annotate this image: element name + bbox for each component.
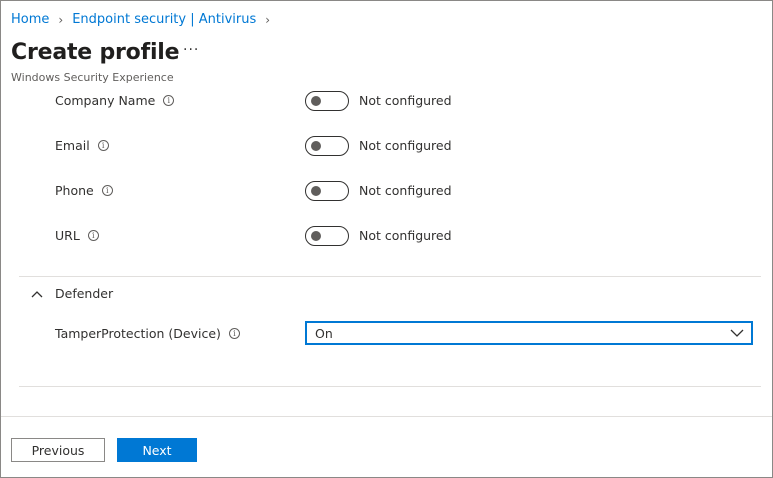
setting-label-tamper-protection: TamperProtection (Device) i [55,326,240,341]
breadcrumb-endpoint-security-antivirus[interactable]: Endpoint security | Antivirus [72,12,256,27]
tamper-protection-dropdown[interactable]: On [305,321,753,345]
info-icon[interactable]: i [87,230,99,241]
setting-label-url: URL i [55,228,99,243]
more-options-icon[interactable]: ··· [183,42,199,58]
info-icon[interactable]: i [97,140,109,151]
company-name-toggle-state: Not configured [359,93,452,108]
url-toggle[interactable] [305,226,349,246]
toggle-knob [311,186,321,196]
defender-section-title: Defender [55,286,114,301]
setting-label-company-name: Company Name i [55,93,175,108]
url-toggle-state: Not configured [359,228,452,243]
chevron-up-icon [31,290,43,297]
setting-label-text: URL [55,228,80,243]
email-toggle[interactable] [305,136,349,156]
breadcrumb-home[interactable]: Home [11,12,49,27]
page-title: Create profile [11,40,180,65]
toggle-knob [311,96,321,106]
toggle-knob [311,141,321,151]
dropdown-selected-value: On [315,326,333,341]
next-button[interactable]: Next [117,438,197,462]
breadcrumb: Home › Endpoint security | Antivirus › [11,12,279,27]
setting-label-text: Company Name [55,93,156,108]
setting-label-text: Phone [55,183,94,198]
section-divider [19,386,761,387]
chevron-right-icon: › [58,12,64,27]
phone-toggle[interactable] [305,181,349,201]
setting-label-text: TamperProtection (Device) [55,326,221,341]
setting-label-text: Email [55,138,90,153]
email-toggle-state: Not configured [359,138,452,153]
info-icon[interactable]: i [228,328,240,339]
info-icon[interactable]: i [163,95,175,106]
page-subtitle: Windows Security Experience [11,71,174,84]
phone-toggle-state: Not configured [359,183,452,198]
setting-label-phone: Phone i [55,183,113,198]
section-divider [19,276,761,277]
chevron-down-icon [730,329,744,337]
info-icon[interactable]: i [101,185,113,196]
previous-button[interactable]: Previous [11,438,105,462]
chevron-right-icon: › [265,12,271,27]
company-name-toggle[interactable] [305,91,349,111]
setting-label-email: Email i [55,138,109,153]
defender-section-header[interactable]: Defender [30,286,113,301]
footer-divider [1,416,772,417]
toggle-knob [311,231,321,241]
